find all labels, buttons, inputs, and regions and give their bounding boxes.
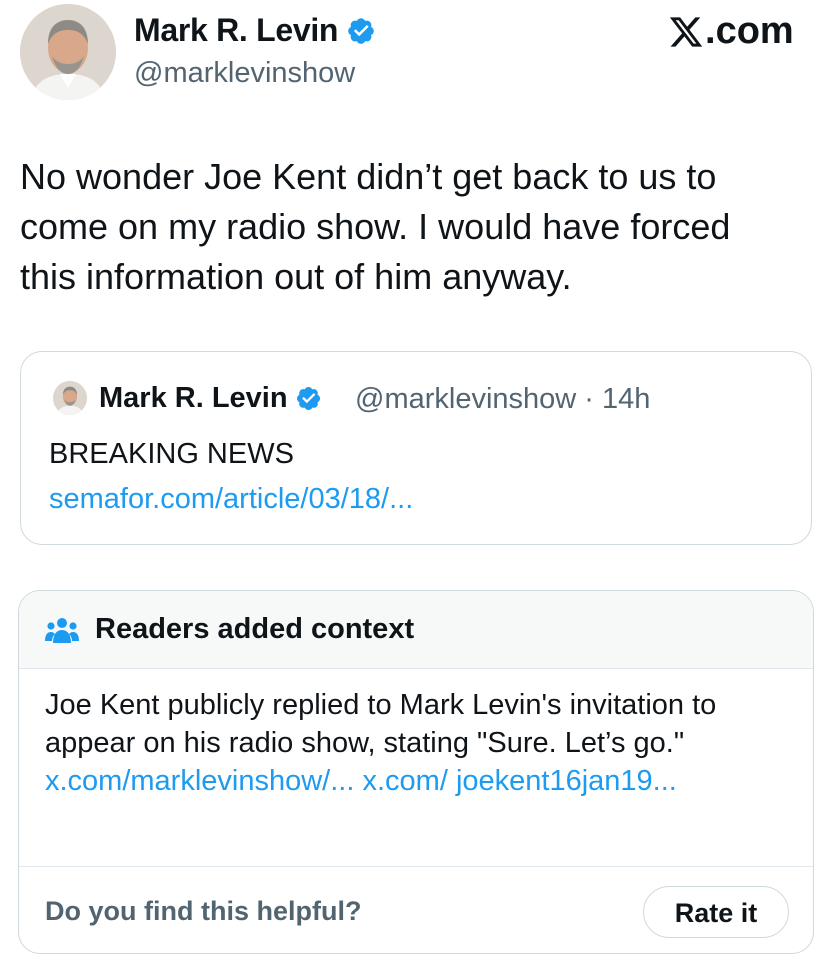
- quoted-avatar[interactable]: [53, 381, 87, 415]
- post-text: No wonder Joe Kent didn’t get back to us…: [20, 152, 810, 302]
- quoted-link[interactable]: semafor.com/article/03/18/...: [49, 483, 413, 516]
- post-text-line: come on my radio show. I would have forc…: [20, 206, 731, 247]
- people-icon: [45, 618, 79, 643]
- platform-badge-suffix: com: [715, 10, 794, 52]
- author-name-text[interactable]: Mark R. Levin: [134, 12, 338, 49]
- community-note-link[interactable]: x.com/marklevinshow/...: [45, 765, 354, 797]
- author-handle[interactable]: @marklevinshow: [134, 57, 355, 90]
- quoted-text: BREAKING NEWS: [49, 438, 294, 470]
- x-logo-icon: [669, 16, 703, 47]
- post-header: Mark R. Levin @marklevinshow . com: [0, 0, 832, 110]
- helpful-question: Do you find this helpful?: [45, 896, 362, 926]
- avatar[interactable]: [20, 4, 116, 100]
- quoted-author-name[interactable]: Mark R. Levin: [99, 382, 322, 415]
- platform-badge: . com: [668, 10, 794, 53]
- author-name[interactable]: Mark R. Levin: [134, 12, 376, 49]
- community-note-footer: Do you find this helpful? Rate it: [19, 866, 813, 953]
- community-note-text: Joe Kent publicly replied to Mark Levin'…: [45, 689, 717, 759]
- platform-badge-text: .: [705, 10, 716, 52]
- quoted-post[interactable]: Mark R. Levin @marklevinshow · 14h BREAK…: [20, 351, 812, 545]
- verified-badge-icon: [296, 386, 320, 411]
- post-text-line: No wonder Joe Kent didn’t get back to us…: [20, 156, 717, 197]
- community-note-body: Joe Kent publicly replied to Mark Levin'…: [45, 686, 795, 800]
- community-note-header: Readers added context: [19, 591, 813, 669]
- community-note: Readers added context Joe Kent publicly …: [18, 590, 814, 954]
- quoted-author-name-text[interactable]: Mark R. Levin: [99, 382, 288, 415]
- rate-it-button[interactable]: Rate it: [643, 886, 789, 938]
- verified-badge-icon: [348, 17, 374, 44]
- quoted-handle-time[interactable]: @marklevinshow · 14h: [355, 383, 650, 416]
- post-text-line: this information out of him anyway.: [20, 256, 572, 297]
- community-note-link[interactable]: x.com/ joekent16jan19...: [362, 765, 676, 797]
- community-note-title: Readers added context: [95, 613, 415, 645]
